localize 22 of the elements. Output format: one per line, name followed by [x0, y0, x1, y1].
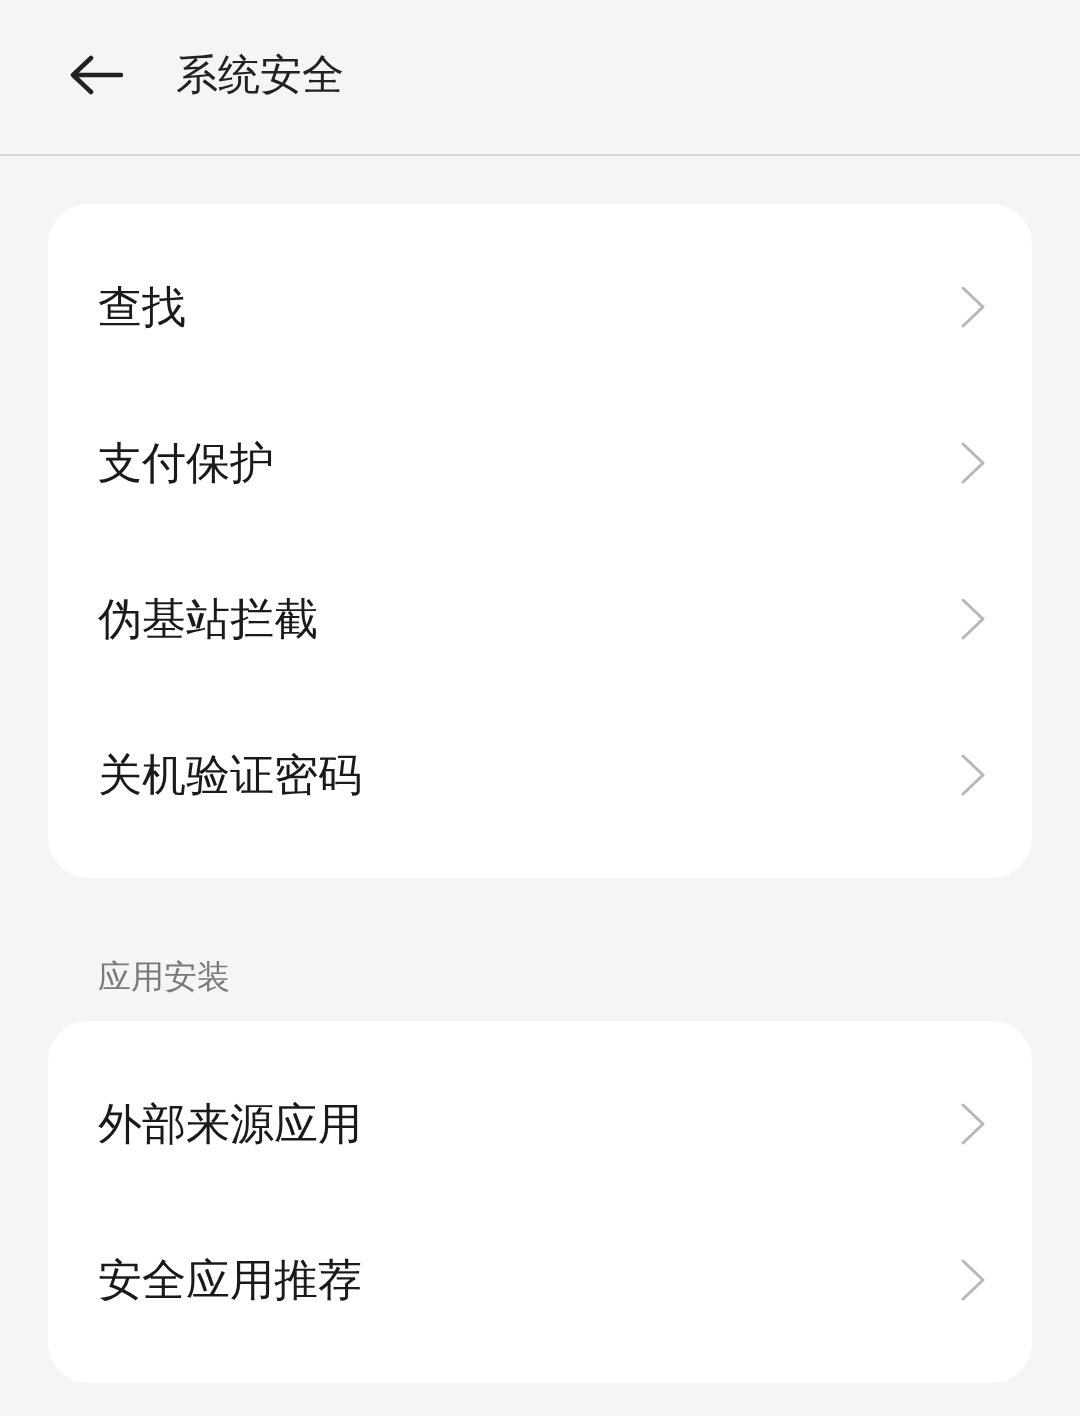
row-label: 伪基站拦截: [98, 597, 318, 641]
row-label: 外部来源应用: [98, 1102, 362, 1146]
back-button[interactable]: [68, 53, 124, 97]
row-label: 支付保护: [98, 441, 274, 485]
settings-row[interactable]: 伪基站拦截: [48, 541, 1032, 697]
chevron-right-icon: [960, 597, 986, 641]
page-title: 系统安全: [176, 54, 344, 96]
row-label: 安全应用推荐: [98, 1258, 362, 1302]
chevron-right-icon: [960, 753, 986, 797]
settings-row[interactable]: 关机验证密码: [48, 697, 1032, 853]
chevron-right-icon: [960, 441, 986, 485]
chevron-right-icon: [960, 1258, 986, 1302]
settings-row[interactable]: 外部来源应用: [48, 1046, 1032, 1202]
back-arrow-icon: [69, 55, 123, 95]
settings-row[interactable]: 支付保护: [48, 385, 1032, 541]
chevron-right-icon: [960, 285, 986, 329]
settings-row[interactable]: 安全应用推荐: [48, 1202, 1032, 1358]
chevron-right-icon: [960, 1102, 986, 1146]
settings-row[interactable]: 查找: [48, 229, 1032, 385]
row-label: 关机验证密码: [98, 753, 362, 797]
section-label: 应用安装: [97, 960, 231, 993]
row-label: 查找: [98, 285, 186, 329]
